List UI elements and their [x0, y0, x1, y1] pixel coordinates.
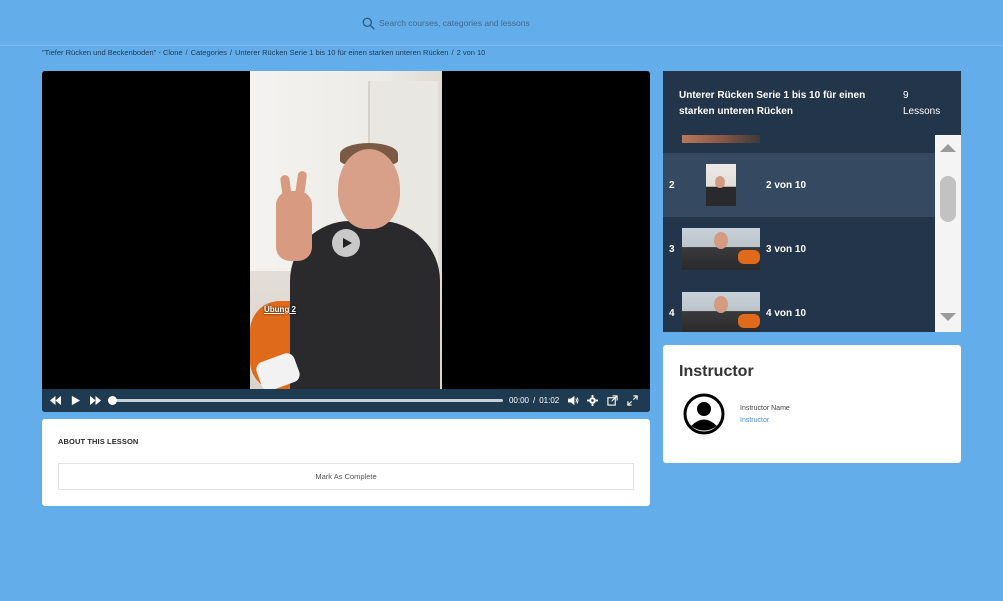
instructor-name: Instructor Name: [740, 405, 790, 412]
fast-forward-icon: [89, 395, 101, 406]
breadcrumb-item-categories[interactable]: Categories: [191, 48, 227, 57]
breadcrumb-item-current: 2 von 10: [456, 48, 486, 57]
duration: 01:02: [539, 396, 560, 405]
lesson-playlist: Unterer Rücken Serie 1 bis 10 für einen …: [663, 71, 961, 332]
about-lesson-heading: ABOUT THIS LESSON: [58, 437, 139, 446]
progress-bar[interactable]: [108, 396, 503, 405]
progress-handle[interactable]: [108, 396, 118, 405]
fullscreen-button[interactable]: [624, 393, 640, 409]
playlist-item-number: 4: [669, 307, 675, 319]
avatar-icon: [683, 393, 725, 435]
playlist-item[interactable]: 3 3 von 10: [663, 217, 935, 281]
thumbnail-pillow: [738, 250, 760, 264]
playlist-scrollbar[interactable]: [935, 135, 961, 332]
instructor-panel: Instructor Instructor Name Instructor: [663, 345, 961, 463]
time-display: 00:00 /01:02: [509, 396, 559, 405]
about-lesson-panel: ABOUT THIS LESSON Mark As Complete: [42, 419, 650, 506]
gear-icon: [587, 395, 599, 406]
instructor-heading: Instructor: [679, 363, 754, 380]
search-icon: [362, 17, 375, 30]
lesson-count-label: Lessons: [903, 106, 941, 117]
playlist-lesson-count: 9 Lessons: [903, 88, 958, 120]
search-input[interactable]: [379, 18, 619, 28]
play-icon: [343, 238, 352, 248]
playlist-title: Unterer Rücken Serie 1 bis 10 für einen …: [679, 90, 866, 117]
playlist-list: 2 2 von 10 3 3 von 10 4 4 von 10: [663, 135, 935, 332]
play-overlay-button[interactable]: [332, 229, 360, 257]
thumbnail-face: [715, 176, 725, 188]
thumbnail-pillow: [738, 314, 760, 328]
play-icon: [71, 395, 81, 406]
scroll-up-arrow[interactable]: [940, 144, 956, 152]
time-separator: /: [533, 396, 536, 405]
playlist-item-thumbnail: [682, 228, 760, 270]
breadcrumb-separator: /: [451, 48, 454, 57]
instructor-role-link[interactable]: Instructor: [740, 417, 769, 424]
volume-button[interactable]: [565, 393, 581, 409]
top-bar: [0, 0, 1003, 46]
breadcrumb-item-course[interactable]: "Tiefer Rücken und Beckenboden" - Clone: [42, 48, 183, 57]
thumbnail-face: [714, 296, 728, 313]
mark-complete-button[interactable]: Mark As Complete: [58, 463, 634, 490]
breadcrumb-separator: /: [185, 48, 188, 57]
play-button[interactable]: [68, 393, 84, 409]
scroll-down-arrow[interactable]: [940, 313, 956, 321]
breadcrumb-item-series[interactable]: Unterer Rücken Serie 1 bis 10 für einen …: [235, 48, 448, 57]
playlist-item-label: 4 von 10: [766, 307, 807, 319]
breadcrumb: "Tiefer Rücken und Beckenboden" - Clone /…: [42, 48, 485, 57]
external-link-icon: [607, 395, 618, 406]
video-player[interactable]: Übung 2 00:00 /01:02: [42, 71, 650, 412]
rewind-button[interactable]: [48, 393, 64, 409]
video-scene-person-body: [290, 221, 440, 389]
current-time: 00:00: [508, 396, 529, 405]
scrollbar-thumb[interactable]: [940, 176, 956, 222]
playlist-item[interactable]: 4 4 von 10: [663, 281, 935, 332]
fullscreen-icon: [626, 395, 638, 406]
popout-button[interactable]: [605, 393, 621, 409]
playlist-item-number: 3: [669, 243, 675, 255]
playlist-item[interactable]: 2 2 von 10: [663, 153, 935, 217]
video-caption: Übung 2: [264, 305, 296, 314]
playlist-item-label: 3 von 10: [766, 243, 807, 255]
breadcrumb-separator: /: [229, 48, 233, 57]
search-bar[interactable]: [362, 13, 632, 33]
video-controls: 00:00 /01:02: [42, 389, 650, 412]
volume-icon: [567, 395, 579, 406]
fast-forward-button[interactable]: [87, 393, 103, 409]
playlist-item-thumbnail: [682, 292, 760, 332]
playlist-item-thumbnail: [682, 164, 760, 206]
thumbnail-face: [714, 232, 728, 249]
playlist-item-number: 2: [669, 179, 675, 191]
video-scene-person-head: [338, 149, 400, 229]
playlist-header: Unterer Rücken Serie 1 bis 10 für einen …: [663, 71, 961, 135]
lesson-count-number: 9: [903, 90, 909, 101]
settings-button[interactable]: [585, 393, 601, 409]
playlist-item-label: 2 von 10: [766, 179, 807, 191]
rewind-icon: [50, 395, 62, 406]
